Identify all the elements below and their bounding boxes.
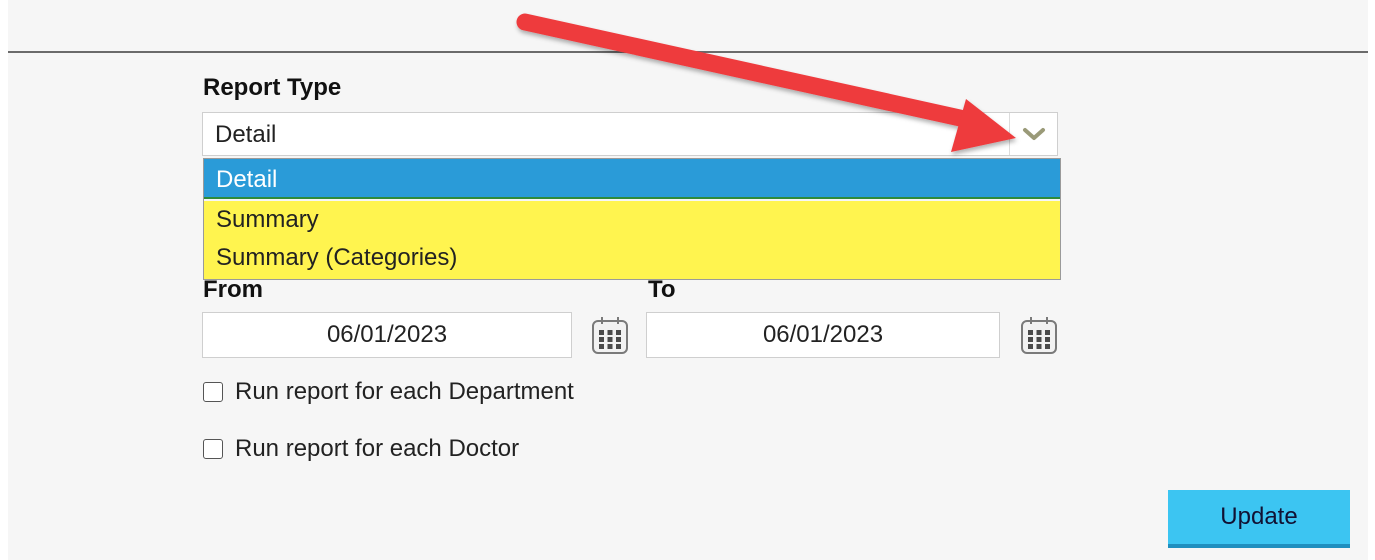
option-summary-categories[interactable]: Summary (Categories) <box>204 239 1060 279</box>
each-doctor-checkbox[interactable] <box>203 439 223 459</box>
to-date-input[interactable]: 06/01/2023 <box>646 312 1000 358</box>
each-department-checkbox[interactable] <box>203 382 223 402</box>
each-doctor-option: Run report for each Doctor <box>203 435 519 463</box>
to-label: To <box>648 276 676 303</box>
to-calendar-button[interactable] <box>1017 312 1061 358</box>
report-type-select[interactable]: Detail <box>202 112 1058 156</box>
report-type-label: Report Type <box>203 74 342 101</box>
report-type-selected-value: Detail <box>215 121 277 148</box>
from-calendar-button[interactable] <box>588 312 632 358</box>
from-label: From <box>203 276 263 303</box>
option-detail[interactable]: Detail <box>204 159 1060 199</box>
each-department-label[interactable]: Run report for each Department <box>235 378 574 406</box>
report-type-dropdown: Detail Summary Summary (Categories) <box>203 158 1061 280</box>
each-doctor-label[interactable]: Run report for each Doctor <box>235 435 519 463</box>
chevron-down-icon <box>1022 128 1045 140</box>
from-date-input[interactable]: 06/01/2023 <box>202 312 572 358</box>
header-divider <box>8 51 1368 53</box>
option-summary[interactable]: Summary <box>204 201 1060 239</box>
update-button[interactable]: Update <box>1168 490 1350 548</box>
calendar-icon <box>1021 317 1057 354</box>
calendar-icon <box>592 317 628 354</box>
dropdown-toggle[interactable] <box>1009 113 1057 155</box>
each-department-option: Run report for each Department <box>203 378 574 406</box>
